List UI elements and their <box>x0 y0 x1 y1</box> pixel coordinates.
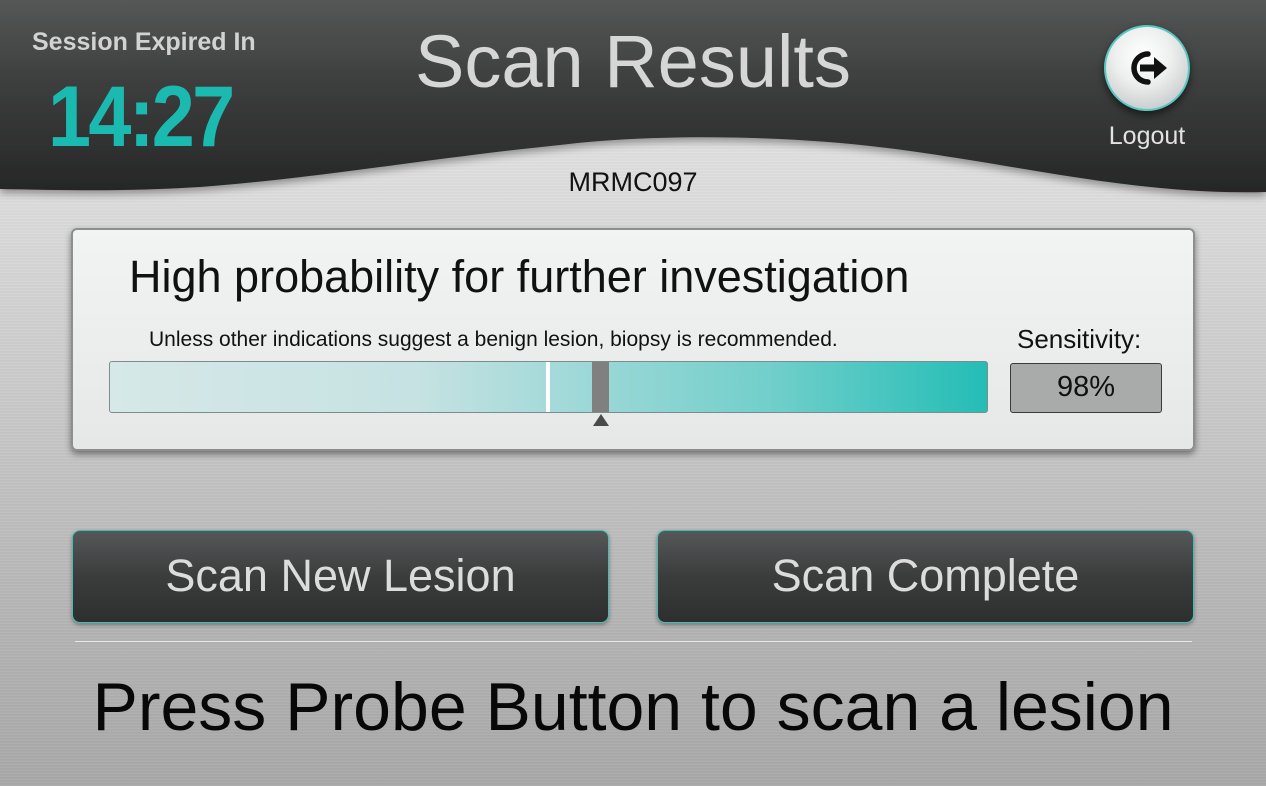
patient-id: MRMC097 <box>568 167 698 197</box>
session-expiry-label: Session Expired In <box>32 28 256 56</box>
score-pointer-icon <box>593 414 610 426</box>
logout-arrow-icon <box>1131 51 1167 85</box>
divider <box>75 641 1192 642</box>
sensitivity-label: Sensitivity: <box>1017 324 1142 354</box>
probe-instruction: Press Probe Button to scan a lesion <box>92 669 1174 745</box>
sensitivity-value: 98% <box>1010 363 1162 413</box>
session-timer: 14:27 <box>48 69 235 165</box>
scan-complete-button[interactable]: Scan Complete <box>657 530 1194 623</box>
logout-button[interactable] <box>1104 25 1190 111</box>
scan-new-lesion-button[interactable]: Scan New Lesion <box>72 530 609 623</box>
result-panel: High probability for further investigati… <box>71 228 1195 451</box>
page-title: Scan Results <box>415 20 851 103</box>
probability-bar <box>109 361 988 413</box>
result-recommendation: Unless other indications suggest a benig… <box>149 328 838 351</box>
logout-label: Logout <box>1108 122 1186 150</box>
result-heading: High probability for further investigati… <box>129 251 910 302</box>
score-marker <box>592 362 610 412</box>
threshold-line <box>546 362 550 412</box>
